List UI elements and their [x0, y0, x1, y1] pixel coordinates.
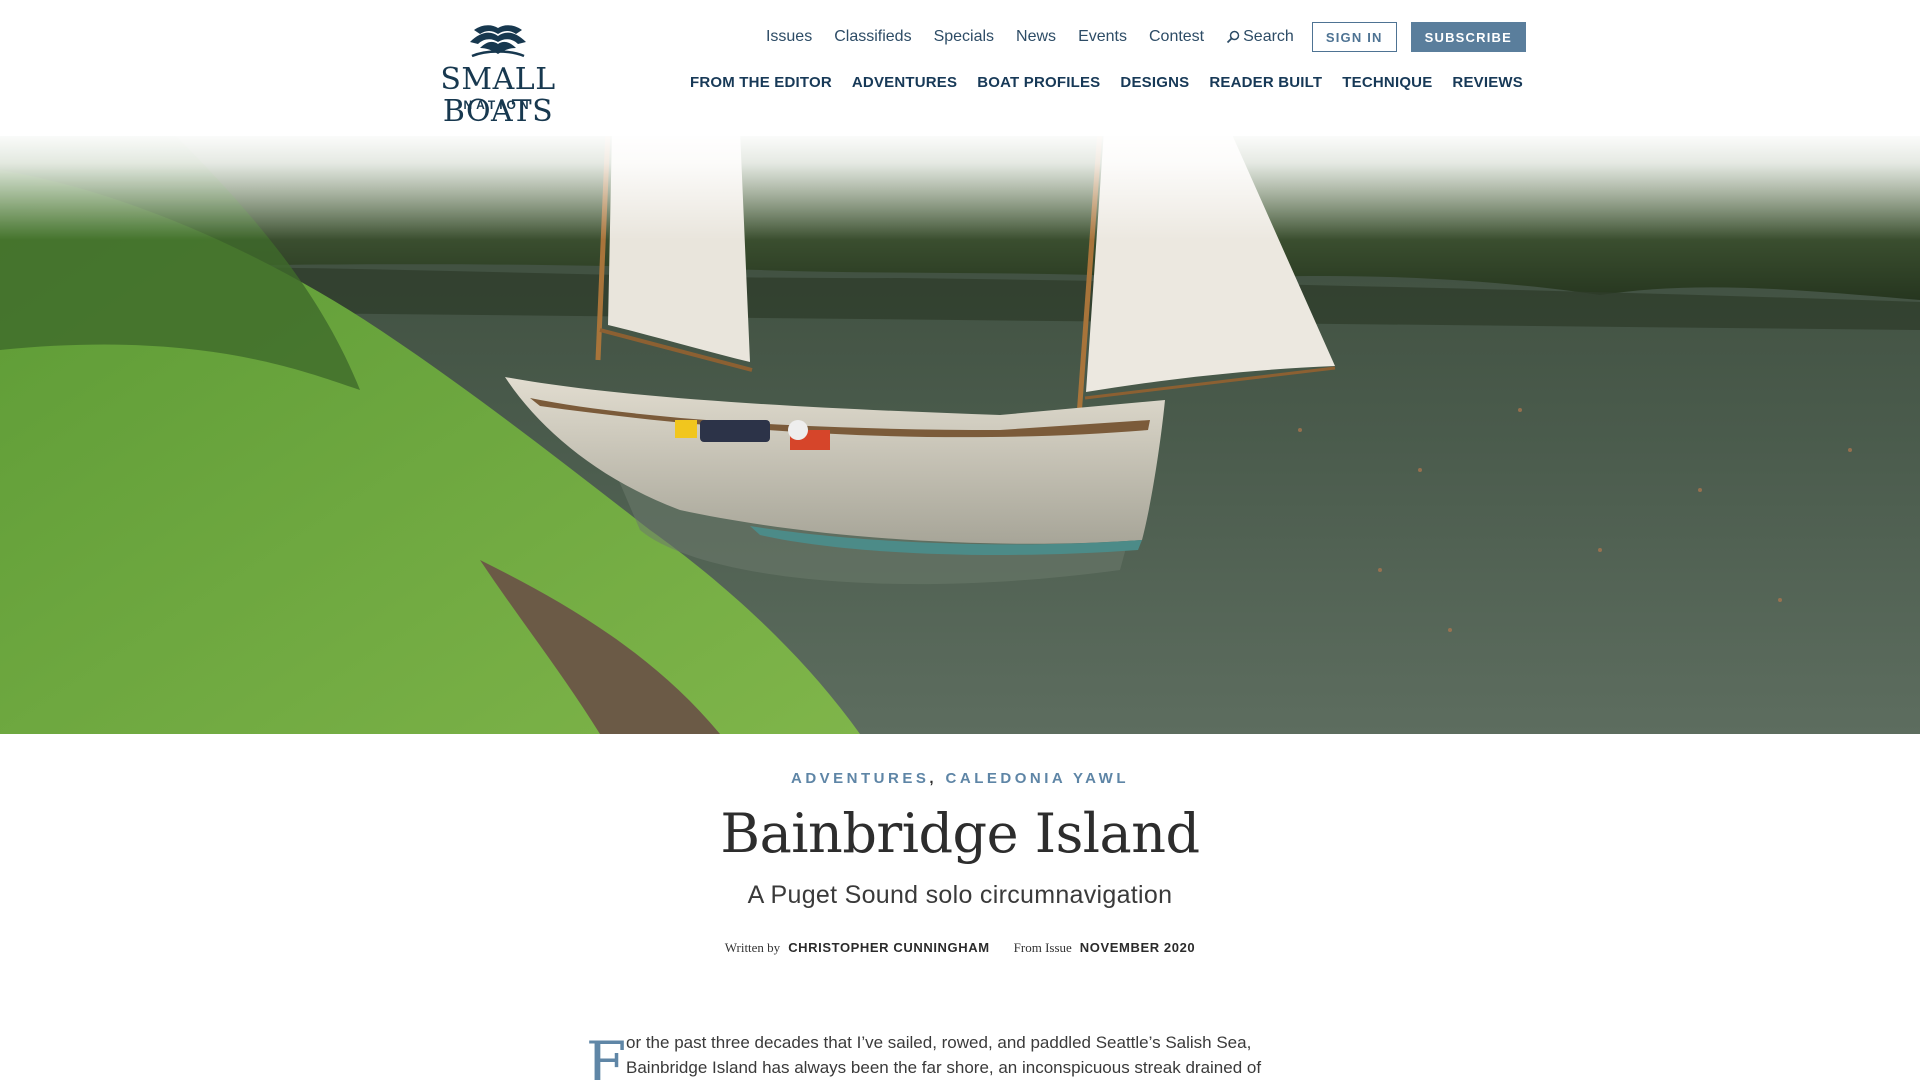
nav-link-adventures[interactable]: ADVENTURES — [852, 74, 957, 91]
nav-link-contest[interactable]: Contest — [1149, 24, 1204, 50]
nav-link-reviews[interactable]: REVIEWS — [1452, 74, 1523, 91]
search-label: Search — [1243, 28, 1294, 45]
from-issue-label: From Issue — [1013, 940, 1072, 955]
category-link-caledonia-yawl[interactable]: CALEDONIA YAWL — [946, 770, 1129, 787]
hero-image — [0, 130, 1920, 734]
article-body: F or the past three decades that I’ve sa… — [586, 1030, 1306, 1080]
main-nav: FROM THE EDITOR ADVENTURES BOAT PROFILES… — [670, 74, 1523, 91]
nav-link-technique[interactable]: TECHNIQUE — [1342, 74, 1432, 91]
article-categories: ADVENTURES, CALEDONIA YAWL — [0, 770, 1920, 787]
logo-wordmark: SMALL BOATS — [440, 62, 556, 129]
article-subtitle: A Puget Sound solo circumnavigation — [747, 881, 1173, 909]
author-link[interactable]: CHRISTOPHER CUNNINGHAM — [788, 940, 989, 955]
drop-cap: F — [586, 1029, 627, 1080]
sign-in-button[interactable]: SIGN IN — [1311, 22, 1397, 52]
nav-link-designs[interactable]: DESIGNS — [1120, 74, 1189, 91]
article-header: ADVENTURES, CALEDONIA YAWL Bainbridge Isl… — [0, 770, 1920, 956]
open-book-wave-icon — [470, 25, 526, 58]
article-paragraph: or the past three decades that I’ve sail… — [626, 1033, 1262, 1077]
nav-link-events[interactable]: Events — [1078, 24, 1127, 50]
hero-top-fade — [0, 130, 1920, 240]
article-title: Bainbridge Island — [720, 802, 1200, 865]
written-by-label: Written by — [724, 940, 781, 955]
site-header: SMALL BOATS NATION Issues Classifieds Sp… — [0, 0, 1920, 136]
issue-link[interactable]: NOVEMBER 2020 — [1080, 940, 1195, 955]
search-link[interactable]: Search — [1226, 24, 1294, 50]
subscribe-button[interactable]: SUBSCRIBE — [1410, 22, 1526, 52]
byline: Written by CHRISTOPHER CUNNINGHAM From I… — [0, 940, 1920, 956]
nav-link-issues[interactable]: Issues — [766, 24, 812, 50]
category-separator: , — [929, 770, 934, 787]
site-logo[interactable]: SMALL BOATS NATION — [398, 24, 598, 128]
search-icon — [1226, 30, 1240, 44]
utility-nav: Issues Classifieds Specials News Events … — [744, 22, 1526, 52]
nav-link-reader-built[interactable]: READER BUILT — [1209, 74, 1322, 91]
category-link-adventures[interactable]: ADVENTURES — [791, 770, 929, 787]
logo-subtitle: NATION — [463, 98, 533, 112]
nav-link-classifieds[interactable]: Classifieds — [834, 24, 911, 50]
nav-link-specials[interactable]: Specials — [934, 24, 994, 50]
nav-link-boat-profiles[interactable]: BOAT PROFILES — [977, 74, 1100, 91]
nav-link-from-the-editor[interactable]: FROM THE EDITOR — [690, 74, 832, 91]
nav-link-news[interactable]: News — [1016, 24, 1056, 50]
